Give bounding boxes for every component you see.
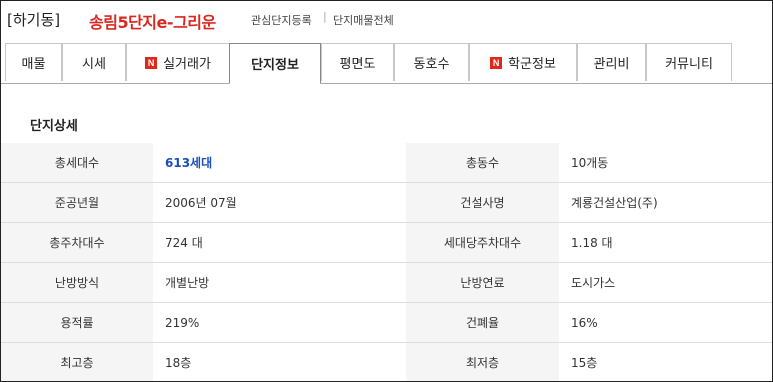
value-total-buildings: 10개동	[559, 143, 772, 183]
value-parking-per-household: 1.18 대	[559, 222, 772, 263]
label-builder: 건설사명	[406, 182, 559, 223]
label-min-floors: 최저층	[406, 342, 559, 381]
label-total-households: 총세대수	[1, 143, 153, 183]
value-completion-date: 2006년 07월	[153, 182, 406, 223]
table-row: 총세대수 613세대 총동수 10개동	[1, 143, 772, 183]
table-row: 용적률 219% 건폐율 16%	[1, 302, 772, 343]
tab-transactions[interactable]: N 실거래가	[126, 43, 230, 81]
tab-label: 시세	[82, 57, 106, 72]
tab-label: 관리비	[593, 57, 630, 72]
table-row: 총주차대수 724 대 세대당주차대수 1.18 대	[1, 222, 772, 263]
label-total-buildings: 총동수	[406, 143, 559, 183]
value-min-floors: 15층	[559, 342, 772, 381]
tab-label: 단지정보	[251, 58, 299, 73]
label-parking-per-household: 세대당주차대수	[406, 222, 559, 263]
tab-label: 평면도	[339, 57, 376, 72]
label-building-coverage: 건폐율	[406, 302, 559, 343]
tab-community[interactable]: 커뮤니티	[646, 43, 732, 81]
value-floor-area-ratio: 219%	[153, 302, 406, 343]
label-completion-date: 준공년월	[1, 182, 153, 223]
complex-info-panel: [하기동] 송림5단지e-그리운 관심단지등록 | 단지매물전체 매물 시세 N…	[0, 0, 773, 382]
tab-label: 커뮤니티	[665, 57, 713, 72]
all-listings-link[interactable]: 단지매물전체	[333, 12, 394, 28]
tab-unit-numbers[interactable]: 동호수	[394, 43, 469, 81]
tab-label: 동호수	[413, 57, 450, 72]
tab-floor-plan[interactable]: 평면도	[321, 43, 394, 81]
district-name: [하기동]	[7, 11, 61, 29]
value-builder: 계룡건설산업(주)	[559, 182, 772, 223]
tab-complex-info[interactable]: 단지정보	[229, 43, 321, 84]
table-row: 난방방식 개별난방 난방연료 도시가스	[1, 262, 772, 303]
label-heating-fuel: 난방연료	[406, 262, 559, 303]
value-heating-fuel: 도시가스	[559, 262, 772, 303]
apartment-name: 송림5단지e-그리운	[89, 13, 216, 32]
value-total-parking: 724 대	[153, 222, 406, 263]
tab-listings[interactable]: 매물	[5, 43, 62, 81]
complex-detail-table: 총세대수 613세대 총동수 10개동 준공년월 2006년 07월 건설사명 …	[1, 143, 772, 381]
tab-school-info[interactable]: N 학군정보	[469, 43, 577, 81]
new-badge-icon: N	[490, 56, 503, 69]
register-interest-link[interactable]: 관심단지등록	[251, 12, 312, 28]
label-heating-method: 난방방식	[1, 262, 153, 303]
new-badge-icon: N	[145, 56, 158, 69]
section-title: 단지상세	[30, 119, 78, 134]
table-row: 준공년월 2006년 07월 건설사명 계룡건설산업(주)	[1, 182, 772, 223]
header: [하기동] 송림5단지e-그리운 관심단지등록 | 단지매물전체	[1, 1, 772, 41]
tab-label: 학군정보	[508, 57, 556, 72]
table-row: 최고층 18층 최저층 15층	[1, 342, 772, 381]
tab-price[interactable]: 시세	[62, 43, 126, 81]
value-heating-method: 개별난방	[153, 262, 406, 303]
tab-label: 매물	[21, 57, 46, 72]
tab-bar: 매물 시세 N 실거래가 단지정보 평면도 동호수 N 학군정보 관리비 커뮤니…	[1, 43, 772, 84]
label-max-floors: 최고층	[1, 342, 153, 381]
label-total-parking: 총주차대수	[1, 222, 153, 263]
tab-label: 실거래가	[163, 57, 211, 72]
tab-maintenance-fee[interactable]: 관리비	[577, 43, 646, 81]
value-total-households: 613세대	[153, 143, 406, 183]
value-max-floors: 18층	[153, 342, 406, 381]
divider: |	[323, 10, 327, 23]
label-floor-area-ratio: 용적률	[1, 302, 153, 343]
value-building-coverage: 16%	[559, 302, 772, 343]
